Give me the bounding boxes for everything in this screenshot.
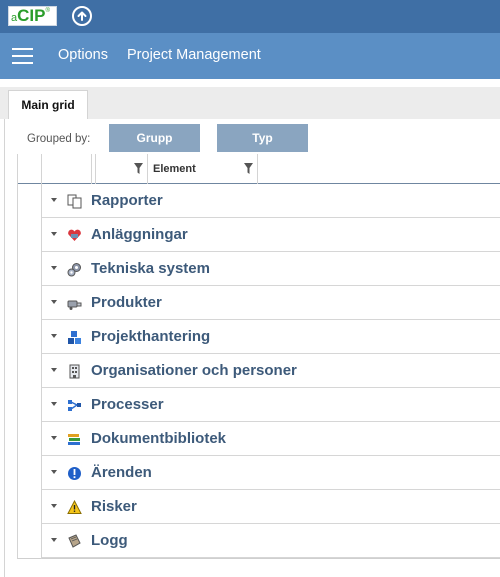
- menu-project-management[interactable]: Project Management: [127, 47, 261, 63]
- group-label: Produkter: [91, 294, 162, 311]
- expand-caret-icon[interactable]: [51, 504, 57, 508]
- filter-icon[interactable]: [244, 163, 253, 174]
- arrow-up-circle-icon[interactable]: [72, 6, 92, 26]
- tab-strip: Main grid: [0, 87, 500, 119]
- main-grid-panel: Grouped by: Grupp Typ Element Rapporter …: [4, 119, 500, 577]
- group-row-anlaggningar[interactable]: Anläggningar: [42, 218, 500, 252]
- group-label: Ärenden: [91, 464, 152, 481]
- header-indent-2: [42, 154, 92, 184]
- expand-caret-icon[interactable]: [51, 538, 57, 542]
- expand-caret-icon[interactable]: [51, 232, 57, 236]
- group-row-logg[interactable]: Logg: [42, 524, 500, 558]
- group-row-produkter[interactable]: Produkter: [42, 286, 500, 320]
- group-row-tekniska-system[interactable]: Tekniska system: [42, 252, 500, 286]
- logo-name: CIP: [17, 6, 46, 25]
- expand-caret-icon[interactable]: [51, 470, 57, 474]
- expand-caret-icon[interactable]: [51, 368, 57, 372]
- expand-caret-icon[interactable]: [51, 436, 57, 440]
- logbook-icon: [67, 534, 82, 549]
- data-grid: Element Rapporter Anläggningar Tekniska …: [17, 154, 500, 559]
- group-label: Anläggningar: [91, 226, 188, 243]
- reports-icon: [67, 194, 82, 209]
- header-indent-1: [18, 154, 42, 184]
- group-chip-grupp[interactable]: Grupp: [109, 124, 200, 152]
- books-icon: [67, 432, 82, 447]
- header-column-blank[interactable]: [96, 154, 148, 184]
- menu-bar: Options Project Management: [0, 33, 500, 79]
- group-rows: Rapporter Anläggningar Tekniska system P…: [42, 184, 500, 558]
- group-row-risker[interactable]: Risker: [42, 490, 500, 524]
- app-top-bar: a CIP ®: [0, 0, 500, 33]
- project-blocks-icon: [67, 330, 82, 345]
- tab-main-grid[interactable]: Main grid: [8, 90, 88, 119]
- menu-options[interactable]: Options: [58, 47, 108, 63]
- gears-icon: [67, 262, 82, 277]
- expand-caret-icon[interactable]: [51, 266, 57, 270]
- logo-mark: ®: [45, 8, 50, 14]
- facilities-icon: [67, 228, 82, 243]
- grid-header: Element: [18, 154, 500, 184]
- group-label: Projekthantering: [91, 328, 211, 345]
- group-label: Processer: [91, 396, 164, 413]
- group-row-organisationer[interactable]: Organisationer och personer: [42, 354, 500, 388]
- expand-caret-icon[interactable]: [51, 334, 57, 338]
- group-label: Tekniska system: [91, 260, 210, 277]
- header-element-label: Element: [153, 163, 196, 175]
- group-label: Rapporter: [91, 192, 163, 209]
- filter-icon[interactable]: [134, 163, 143, 174]
- group-chip-typ[interactable]: Typ: [217, 124, 308, 152]
- group-row-processer[interactable]: Processer: [42, 388, 500, 422]
- group-label: Dokumentbibliotek: [91, 430, 227, 447]
- building-icon: [67, 364, 82, 379]
- group-row-projekthantering[interactable]: Projekthantering: [42, 320, 500, 354]
- products-icon: [67, 296, 82, 311]
- exclamation-icon: [67, 466, 82, 481]
- group-row-arenden[interactable]: Ärenden: [42, 456, 500, 490]
- group-label: Logg: [91, 532, 128, 549]
- group-row-dokumentbibliotek[interactable]: Dokumentbibliotek: [42, 422, 500, 456]
- acip-logo[interactable]: a CIP ®: [8, 6, 57, 26]
- grouped-by-label: Grouped by:: [27, 133, 91, 145]
- expand-caret-icon[interactable]: [51, 402, 57, 406]
- group-row-rapporter[interactable]: Rapporter: [42, 184, 500, 218]
- warning-icon: [67, 500, 82, 515]
- expand-caret-icon[interactable]: [51, 198, 57, 202]
- hamburger-icon[interactable]: [12, 48, 33, 64]
- group-label: Risker: [91, 498, 137, 515]
- process-flow-icon: [67, 398, 82, 413]
- group-label: Organisationer och personer: [91, 362, 297, 379]
- grid-gutter: [18, 184, 42, 559]
- expand-caret-icon[interactable]: [51, 300, 57, 304]
- header-column-element[interactable]: Element: [148, 154, 258, 184]
